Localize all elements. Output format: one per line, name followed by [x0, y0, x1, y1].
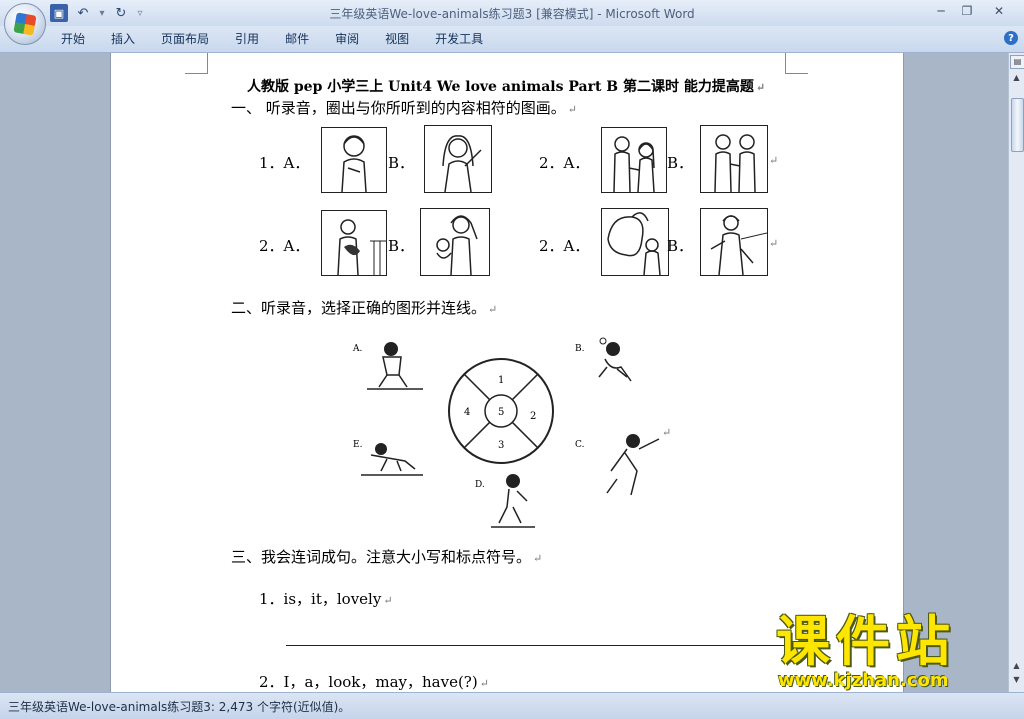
option-d-figure[interactable] [491, 474, 535, 528]
option-e-figure[interactable] [361, 443, 423, 476]
option-c-label: C. [575, 440, 585, 450]
q2-right-b-label: B． [667, 237, 694, 255]
crop-mark [185, 53, 208, 74]
wheel-segment-5: 5 [498, 407, 504, 418]
document-area: 人教版 pep 小学三上 Unit4 We love animals Part … [0, 53, 1008, 692]
paragraph-mark: ↵ [533, 552, 543, 565]
tab-mailings[interactable]: 邮件 [272, 26, 322, 52]
ribbon-tabs: 开始 插入 页面布局 引用 邮件 审阅 视图 开发工具 ? [0, 26, 1024, 53]
paragraph-mark: ↵ [567, 103, 577, 116]
scroll-thumb[interactable] [1011, 98, 1024, 152]
question-1-text: 1．is，it，lovely [259, 590, 382, 608]
paragraph-mark: ↵ [662, 426, 672, 439]
section-3-heading-text: 三、我会连词成句。注意大小写和标点符号。 [231, 548, 532, 566]
document-page[interactable]: 人教版 pep 小学三上 Unit4 We love animals Part … [110, 53, 904, 692]
section-1-heading: 一、 听录音，圈出与你所听到的内容相符的图画。 ↵ [231, 97, 577, 118]
option-a-figure[interactable] [367, 342, 423, 390]
section-1-heading-text: 一、 听录音，圈出与你所听到的内容相符的图画。 [231, 99, 566, 117]
answer-line[interactable] [286, 645, 786, 646]
option-a-label: A. [352, 344, 362, 354]
section-2-heading-text: 二、听录音，选择正确的图形并连线。 [231, 299, 487, 317]
paragraph-mark: ↵ [769, 237, 779, 250]
wheel-segment-3: 3 [498, 440, 504, 451]
tab-home[interactable]: 开始 [48, 26, 98, 52]
paragraph-mark: ↵ [488, 303, 498, 316]
question-1: 1．is，it，lovely ↵ [259, 588, 393, 609]
watermark-brand: 课件站 [776, 610, 956, 673]
window-title: 三年级英语We-love-animals练习题3 [兼容模式] - Micros… [329, 7, 695, 21]
q1-right-b-label: B． [667, 154, 694, 172]
window-controls: ─ ❐ ✕ [928, 2, 1018, 20]
office-logo-icon [13, 12, 37, 36]
tab-insert[interactable]: 插入 [98, 26, 148, 52]
matching-diagram: 1 2 3 4 5 A. B. C. D. E. [352, 337, 660, 528]
option-c-figure[interactable] [606, 434, 660, 496]
watermark-url: www.kjzhan.com [778, 670, 949, 691]
q2-left-picture-b[interactable] [420, 208, 490, 276]
tab-references[interactable]: 引用 [222, 26, 272, 52]
next-page-icon[interactable]: ▼ [1010, 673, 1023, 687]
wheel: 1 2 3 4 5 [448, 358, 554, 464]
tab-page-layout[interactable]: 页面布局 [148, 26, 222, 52]
minimize-icon[interactable]: ─ [928, 2, 954, 20]
q2-right-a-label: 2．A． [539, 237, 590, 255]
wheel-segment-2: 2 [530, 411, 536, 422]
q1-right-picture-a[interactable] [601, 127, 667, 193]
help-icon[interactable]: ? [1004, 31, 1018, 45]
restore-icon[interactable]: ❐ [954, 2, 980, 20]
q1-left-picture-b[interactable] [424, 125, 492, 193]
q1-left-a-label: 1．A． [259, 154, 310, 172]
section-2-heading: 二、听录音，选择正确的图形并连线。 ↵ [231, 297, 497, 318]
close-icon[interactable]: ✕ [980, 2, 1018, 20]
vertical-scrollbar[interactable]: ▤ ▲ ▲ ▼ [1008, 53, 1024, 692]
option-d-label: D. [475, 480, 485, 490]
watermark-logo: 课件站 www.kjzhan.com [768, 612, 1008, 692]
option-b-label: B. [575, 344, 585, 354]
option-e-label: E. [353, 440, 363, 450]
wheel-segment-4: 4 [464, 407, 470, 418]
document-title: 人教版 pep 小学三上 Unit4 We love animals Part … [247, 76, 765, 96]
prev-page-icon[interactable]: ▲ [1010, 659, 1023, 673]
status-text: 三年级英语We-love-animals练习题3: 2,473 个字符(近似值)… [8, 700, 351, 714]
title-bar: ▣ ↶ ▾ ↻ ▿ 三年级英语We-love-animals练习题3 [兼容模式… [0, 0, 1024, 45]
q2-left-b-label: B． [388, 237, 415, 255]
tab-review[interactable]: 审阅 [322, 26, 372, 52]
wheel-segment-1: 1 [498, 375, 504, 386]
question-2: 2．I，a，look，may，have(?) ↵ [259, 671, 489, 692]
office-button[interactable] [4, 3, 46, 45]
q1-right-picture-b[interactable] [700, 125, 768, 193]
q2-right-picture-a[interactable] [601, 208, 669, 276]
q2-left-a-label: 2．A． [259, 237, 310, 255]
q1-right-a-label: 2．A． [539, 154, 590, 172]
paragraph-mark: ↵ [383, 594, 393, 607]
crop-mark [785, 53, 808, 74]
paragraph-mark: ↵ [769, 154, 779, 167]
ruler-toggle-icon[interactable]: ▤ [1010, 55, 1024, 69]
q2-left-picture-a[interactable] [321, 210, 387, 276]
section-3-heading: 三、我会连词成句。注意大小写和标点符号。 ↵ [231, 546, 542, 567]
question-2-text: 2．I，a，look，may，have(?) [259, 673, 478, 691]
q1-left-b-label: B． [388, 154, 415, 172]
scroll-up-icon[interactable]: ▲ [1010, 71, 1023, 85]
paragraph-mark: ↵ [755, 81, 766, 94]
option-b-figure[interactable] [598, 337, 632, 382]
paragraph-mark: ↵ [479, 677, 489, 690]
tab-view[interactable]: 视图 [372, 26, 422, 52]
status-bar: 三年级英语We-love-animals练习题3: 2,473 个字符(近似值)… [0, 692, 1024, 719]
q1-left-picture-a[interactable] [321, 127, 387, 193]
q2-right-picture-b[interactable] [700, 208, 768, 276]
tab-developer[interactable]: 开发工具 [422, 26, 496, 52]
document-title-text: 人教版 pep 小学三上 Unit4 We love animals Part … [247, 79, 754, 95]
